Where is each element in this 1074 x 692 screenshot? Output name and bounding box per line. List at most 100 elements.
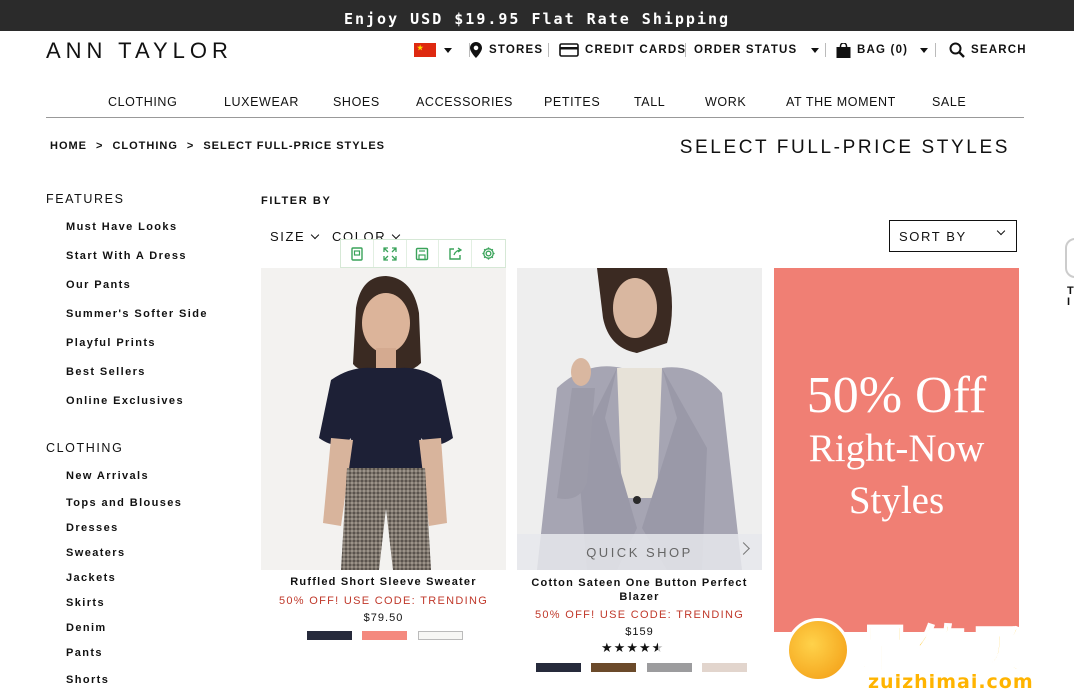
promo-subline: Right-Now [808,427,985,470]
product-price: $79.50 [363,612,404,624]
star-icon: ★ [601,640,614,655]
partial-edge-text: T I [1067,285,1074,308]
sort-by-label: SORT BY [899,228,967,244]
main-navigation: CLOTHING LUXEWEAR SHOES ACCESSORIES PETI… [46,92,1024,118]
product-name[interactable]: Cotton Sateen One Button Perfect Blazer [517,576,762,604]
location-pin-icon [470,42,482,58]
chevron-down-icon [391,230,401,240]
sidebar-item-denim[interactable]: Denim [66,622,107,634]
product-promo: 50% OFF! USE CODE: TRENDING [278,595,489,607]
bag-link[interactable]: BAG (0) [836,40,929,60]
sidebar-heading-clothing[interactable]: CLOTHING [46,441,123,455]
product-image-ruffled-sweater[interactable] [261,268,506,570]
star-icon: ★ [638,640,652,655]
breadcrumb-separator: > [96,140,104,152]
sidebar-heading-features[interactable]: FEATURES [46,192,125,206]
sidebar-item-start-with-a-dress[interactable]: Start With A Dress [66,250,187,262]
quick-shop-button[interactable]: QUICK SHOP [517,534,762,570]
shipping-promo-bar[interactable]: Enjoy USD $19.95 Flat Rate Shipping [0,0,1074,31]
chevron-down-icon [444,47,452,53]
page-title: SELECT FULL-PRICE STYLES [679,137,1010,158]
shipping-promo-text: Enjoy USD $19.95 Flat Rate Shipping [343,10,731,28]
sidebar-item-pants[interactable]: Pants [66,647,103,659]
ann-taylor-logo[interactable]: ANN TAYLOR [46,38,233,64]
product-image-sateen-blazer[interactable]: QUICK SHOP [517,268,762,570]
size-filter[interactable]: SIZE [270,229,320,244]
sidebar-item-best-sellers[interactable]: Best Sellers [66,366,146,378]
copy-icon [351,246,363,261]
sidebar-item-jackets[interactable]: Jackets [66,572,116,584]
product-promo: 50% OFF! USE CODE: TRENDING [534,609,745,621]
credit-cards-link[interactable]: CREDIT CARDS [559,40,686,60]
color-swatch[interactable] [418,631,463,640]
color-swatch[interactable] [591,663,636,672]
color-swatch[interactable] [702,663,747,672]
breadcrumb-home[interactable]: HOME [50,140,87,152]
save-tool-button[interactable] [407,240,440,267]
breadcrumb-clothing[interactable]: CLOTHING [112,140,177,152]
sidebar-item-must-have-looks[interactable]: Must Have Looks [66,221,177,233]
chevron-down-icon [996,226,1006,236]
sidebar-item-skirts[interactable]: Skirts [66,597,105,609]
color-swatch[interactable] [307,631,352,640]
chevron-down-icon [311,230,320,240]
nav-item-work[interactable]: WORK [705,95,746,109]
sidebar-item-summers-softer-side[interactable]: Summer's Softer Side [66,308,208,320]
sale-promo-tile[interactable]: 50% Off Right-Now Styles [774,268,1019,632]
mascot-logo-icon [786,618,850,682]
promo-headline: 50% Off [806,367,987,424]
nav-item-at-the-moment[interactable]: AT THE MOMENT [786,95,896,109]
expand-icon [383,246,397,261]
nav-item-sale[interactable]: SALE [932,95,966,109]
nav-item-accessories[interactable]: ACCESSORIES [416,95,513,109]
nav-item-tall[interactable]: TALL [634,95,665,109]
sort-by-dropdown[interactable]: SORT BY [889,220,1017,252]
sidebar-item-sweaters[interactable]: Sweaters [66,547,126,559]
share-icon [449,246,463,260]
filter-by-label: FILTER BY [261,195,332,207]
sidebar-item-dresses[interactable]: Dresses [66,522,119,534]
copy-tool-button[interactable] [341,240,374,267]
color-swatch[interactable] [362,631,407,640]
nav-item-clothing[interactable]: CLOTHING [108,95,177,109]
order-status-dropdown[interactable]: ORDER STATUS [694,40,820,60]
sidebar-item-our-pants[interactable]: Our Pants [66,279,131,291]
expand-tool-button[interactable] [374,240,407,267]
country-selector[interactable] [414,40,452,60]
model-in-grey-blazer-image [517,268,762,570]
product-name[interactable]: Ruffled Short Sleeve Sweater [261,576,506,588]
search-icon [949,42,965,58]
breadcrumb-separator: > [186,140,195,152]
credit-cards-label: CREDIT CARDS [585,44,687,56]
partial-circle-button[interactable] [1065,238,1074,278]
sidebar-item-online-exclusives[interactable]: Online Exclusives [66,395,184,407]
breadcrumb-current: SELECT FULL-PRICE STYLES [203,140,386,152]
gear-icon [482,247,495,260]
divider [685,43,686,57]
sidebar-item-shorts[interactable]: Shorts [66,674,109,686]
watermark-url: zuizhimai.com [868,671,1034,692]
shopping-bag-icon [836,42,851,58]
save-icon [416,247,429,260]
nav-item-shoes[interactable]: SHOES [333,95,380,109]
half-star-icon: ★ [651,640,665,655]
stores-link[interactable]: STORES [470,40,543,60]
share-tool-button[interactable] [439,240,473,267]
divider [935,43,936,57]
divider [825,43,826,57]
model-in-navy-sweater-image [261,268,506,570]
sidebar-item-new-arrivals[interactable]: New Arrivals [66,470,149,482]
sidebar-item-tops-and-blouses[interactable]: Tops and Blouses [66,497,182,509]
nav-item-petites[interactable]: PETITES [544,95,600,109]
search-link[interactable]: SEARCH [949,40,1027,60]
china-flag-icon [414,43,436,57]
promo-subline-2: Styles [848,479,945,522]
nav-item-luxewear[interactable]: LUXEWEAR [224,95,299,109]
divider [548,43,549,57]
breadcrumb: HOME > CLOTHING > SELECT FULL-PRICE STYL… [50,140,385,152]
color-swatch[interactable] [536,663,581,672]
color-swatch[interactable] [647,663,692,672]
settings-tool-button[interactable] [472,240,505,267]
size-filter-label: SIZE [270,229,306,244]
sidebar-item-playful-prints[interactable]: Playful Prints [66,337,156,349]
